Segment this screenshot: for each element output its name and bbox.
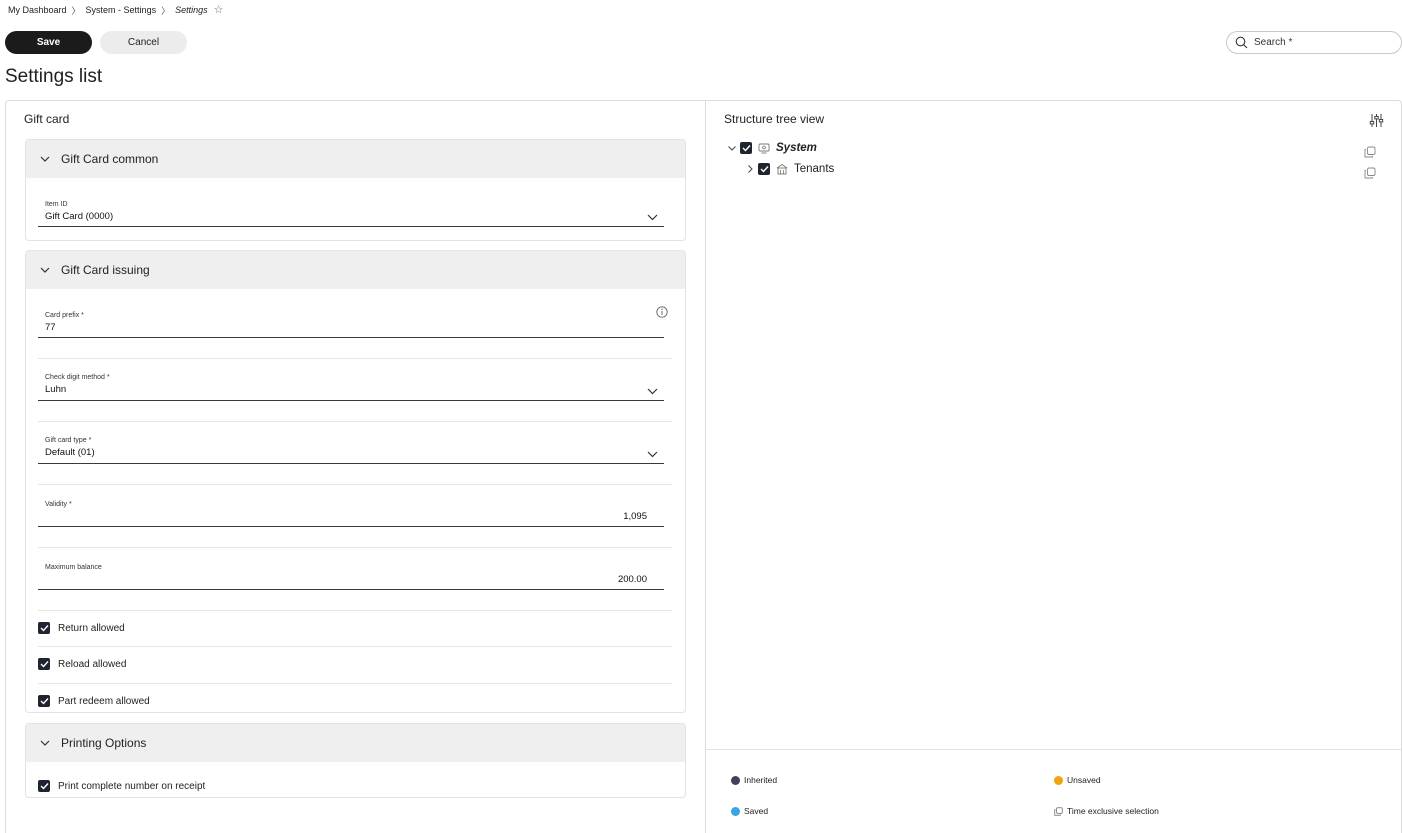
checkbox-checked-icon — [38, 658, 50, 670]
row-divider — [38, 547, 672, 548]
row-divider — [38, 683, 672, 684]
page-title: Settings list — [5, 66, 103, 87]
row-divider — [38, 610, 672, 611]
legend-label: Unsaved — [1067, 775, 1101, 785]
breadcrumb-separator: 〉 — [161, 5, 171, 16]
gift-card-type-select[interactable]: Gift card type * Default (01) — [38, 434, 664, 464]
legend-inherited: Inherited — [731, 775, 777, 785]
filter-settings-icon[interactable] — [1369, 113, 1384, 133]
section-header-issuing[interactable]: Gift Card issuing — [26, 251, 685, 289]
panel-divider — [705, 100, 706, 833]
chevron-down-icon[interactable] — [726, 145, 738, 151]
section-title: Printing Options — [61, 736, 147, 750]
legend-label: Inherited — [744, 775, 778, 785]
search-icon — [1235, 36, 1248, 49]
save-button[interactable]: Save — [5, 31, 92, 54]
field-value: Luhn — [45, 384, 67, 395]
row-divider — [38, 646, 672, 647]
tree-node-system[interactable]: System — [726, 142, 817, 154]
validity-input[interactable]: Validity * 1,095 — [38, 498, 664, 527]
system-icon — [758, 143, 770, 154]
breadcrumb-current: Settings — [175, 5, 208, 15]
checkbox-checked-icon[interactable] — [758, 163, 770, 175]
cancel-button[interactable]: Cancel — [100, 31, 187, 54]
section-title: Gift Card issuing — [61, 263, 150, 277]
field-label: Card prefix * — [45, 312, 84, 319]
row-divider — [38, 358, 672, 359]
field-label: Gift card type * — [45, 437, 92, 444]
field-value: Gift Card (0000) — [45, 211, 114, 222]
reload-allowed-checkbox[interactable]: Reload allowed — [38, 658, 126, 670]
return-allowed-checkbox[interactable]: Return allowed — [38, 622, 125, 634]
legend-time-exclusive: Time exclusive selection — [1054, 806, 1159, 816]
search-placeholder: Search * — [1254, 37, 1293, 48]
legend-label: Saved — [744, 806, 769, 816]
row-divider — [38, 421, 672, 422]
checkbox-checked-icon — [38, 780, 50, 792]
part-redeem-allowed-checkbox[interactable]: Part redeem allowed — [38, 695, 150, 707]
right-panel-title: Structure tree view — [724, 112, 825, 126]
field-value: 77 — [45, 322, 56, 333]
section-gift-card-issuing: Gift Card issuing Card prefix * 77 Check… — [25, 250, 686, 713]
copy-icon — [1054, 806, 1063, 816]
chevron-right-icon[interactable] — [744, 165, 756, 173]
copy-icon[interactable] — [1364, 145, 1376, 163]
chevron-down-icon — [40, 740, 52, 746]
item-id-select[interactable]: Item ID Gift Card (0000) — [38, 198, 664, 227]
row-divider — [38, 484, 672, 485]
print-complete-number-checkbox[interactable]: Print complete number on receipt — [38, 780, 205, 792]
section-header-common[interactable]: Gift Card common — [26, 140, 685, 178]
section-gift-card-common: Gift Card common Item ID Gift Card (0000… — [25, 139, 686, 241]
tree-node-tenants[interactable]: Tenants — [744, 163, 834, 175]
tree-node-label: Tenants — [794, 163, 835, 175]
chevron-down-icon — [647, 382, 658, 400]
legend-label: Time exclusive selection — [1067, 806, 1159, 816]
breadcrumb-separator: 〉 — [71, 5, 81, 16]
field-label: Maximum balance — [45, 564, 102, 571]
saved-dot-icon — [731, 806, 740, 816]
field-label: Check digit method * — [45, 374, 110, 381]
copy-icon[interactable] — [1364, 166, 1376, 184]
field-value: 1,095 — [623, 511, 647, 522]
chevron-down-icon — [647, 445, 658, 463]
field-label: Validity * — [45, 501, 72, 508]
card-prefix-input[interactable]: Card prefix * 77 — [38, 309, 664, 338]
favorite-star-icon[interactable]: ☆ — [214, 4, 224, 16]
checkbox-checked-icon — [38, 622, 50, 634]
section-header-printing[interactable]: Printing Options — [26, 724, 685, 762]
breadcrumb: My Dashboard 〉 System - Settings 〉 Setti… — [8, 3, 224, 17]
checkbox-label: Print complete number on receipt — [58, 780, 206, 792]
chevron-down-icon — [40, 156, 52, 162]
checkbox-checked-icon[interactable] — [740, 142, 752, 154]
field-value: Default (01) — [45, 447, 95, 458]
legend-unsaved: Unsaved — [1054, 775, 1101, 785]
tenants-icon — [776, 163, 788, 175]
field-label: Item ID — [45, 201, 68, 208]
chevron-down-icon — [647, 208, 658, 226]
chevron-down-icon — [40, 267, 52, 273]
breadcrumb-dashboard[interactable]: My Dashboard — [8, 5, 67, 15]
unsaved-dot-icon — [1054, 775, 1063, 785]
field-value: 200.00 — [617, 574, 647, 585]
left-panel-title: Gift card — [24, 112, 70, 126]
check-digit-select[interactable]: Check digit method * Luhn — [38, 371, 664, 401]
checkbox-label: Return allowed — [58, 622, 125, 634]
legend-saved: Saved — [731, 806, 768, 816]
inherited-dot-icon — [731, 775, 740, 785]
checkbox-label: Part redeem allowed — [58, 695, 150, 707]
checkbox-checked-icon — [38, 695, 50, 707]
breadcrumb-system-settings[interactable]: System - Settings — [86, 5, 157, 15]
legend-divider — [706, 749, 1402, 750]
checkbox-label: Reload allowed — [58, 658, 127, 670]
tree-node-label: System — [776, 142, 817, 154]
search-input[interactable]: Search * — [1226, 31, 1402, 54]
section-printing-options: Printing Options Print complete number o… — [25, 723, 686, 798]
section-title: Gift Card common — [61, 152, 159, 166]
maximum-balance-input[interactable]: Maximum balance 200.00 — [38, 561, 664, 590]
